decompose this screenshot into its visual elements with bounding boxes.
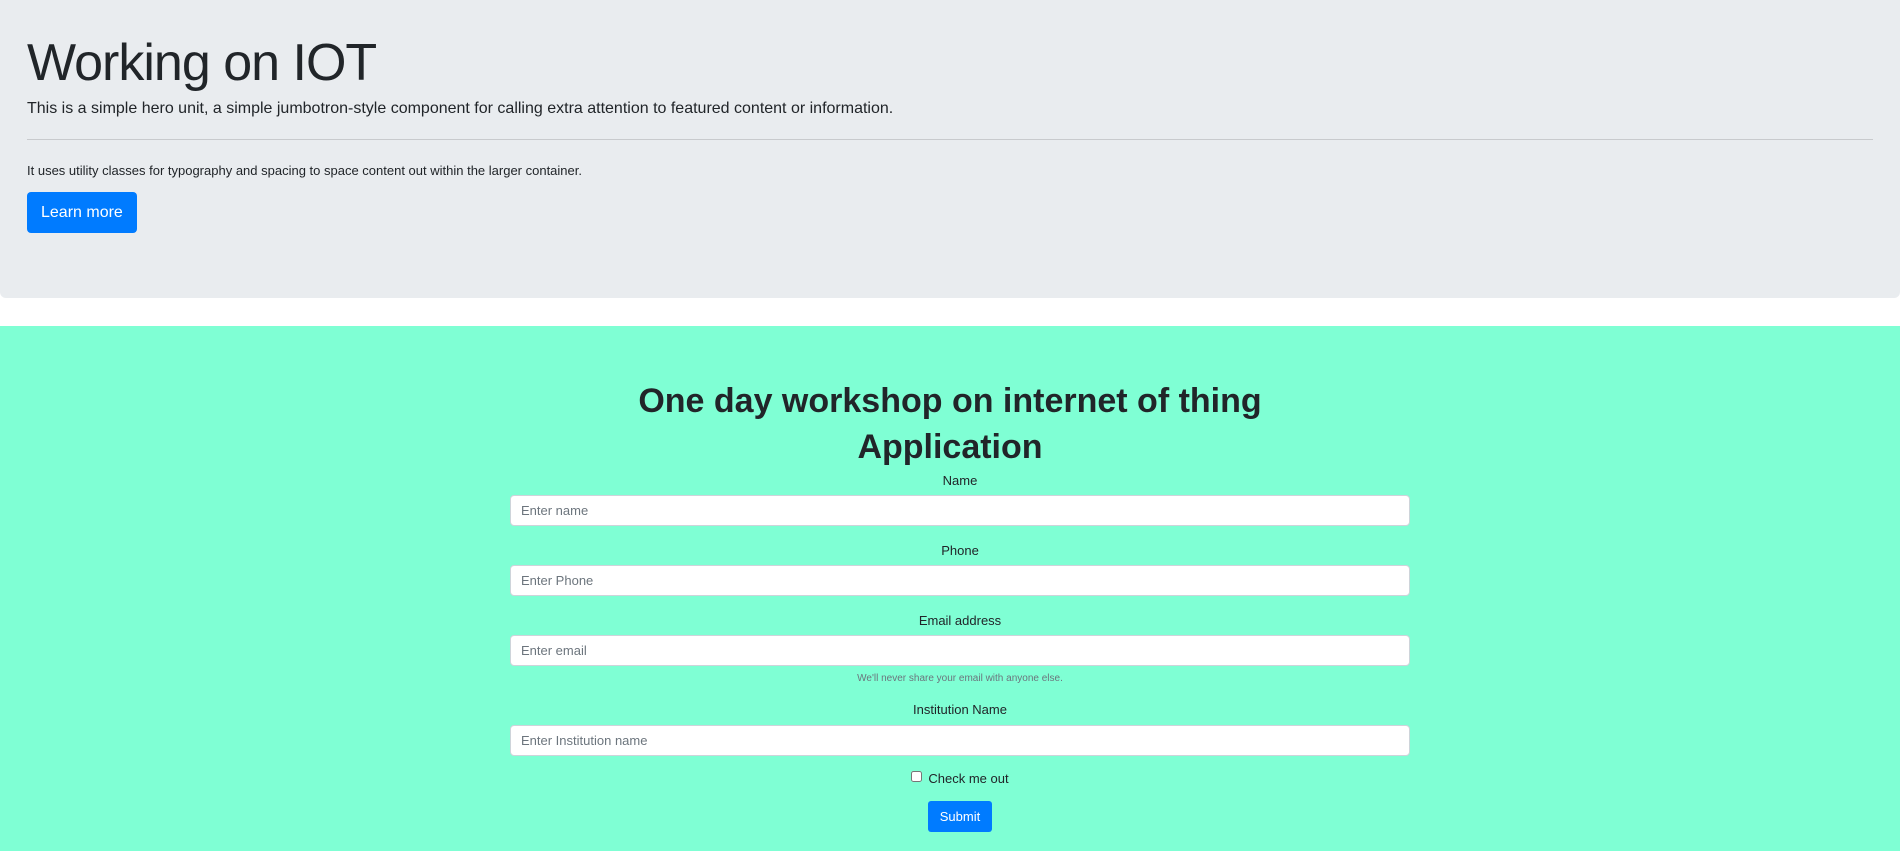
check-me-out-label[interactable]: Check me out bbox=[928, 771, 1008, 786]
phone-input[interactable] bbox=[510, 565, 1410, 596]
email-label: Email address bbox=[918, 613, 1002, 628]
hero-text: It uses utility classes for typography a… bbox=[27, 163, 582, 178]
workshop-title: One day workshop on internet of thing Ap… bbox=[638, 382, 1262, 466]
hero-lead: This is a simple hero unit, a simple jum… bbox=[27, 100, 894, 117]
email-help-text: We'll never share your email with anyone… bbox=[857, 673, 1063, 684]
name-input[interactable] bbox=[510, 495, 1410, 526]
institution-label: Institution Name bbox=[913, 702, 1007, 717]
learn-more-button[interactable]: Learn more bbox=[27, 192, 137, 233]
hero-jumbotron: Working on IOT This is a simple hero uni… bbox=[0, 0, 1900, 298]
institution-input[interactable] bbox=[510, 725, 1410, 756]
check-me-out-checkbox[interactable] bbox=[911, 771, 923, 782]
phone-label: Phone bbox=[941, 543, 979, 558]
submit-button[interactable]: Submit bbox=[928, 801, 992, 832]
workshop-section: One day workshop on internet of thing Ap… bbox=[0, 326, 1900, 851]
email-input[interactable] bbox=[510, 635, 1410, 666]
check-me-out-row: Check me out bbox=[510, 770, 1410, 788]
hero-title: Working on IOT bbox=[27, 34, 377, 92]
hero-divider bbox=[27, 139, 1873, 140]
name-label: Name bbox=[942, 473, 978, 488]
